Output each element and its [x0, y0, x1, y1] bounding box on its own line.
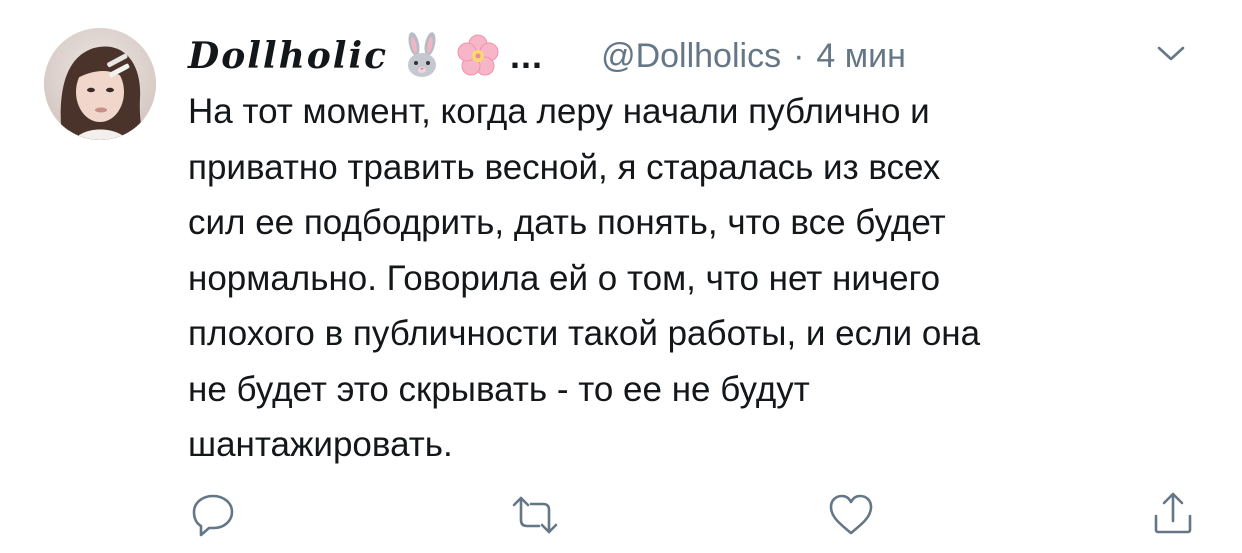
display-name[interactable]: Dollholic: [188, 35, 388, 77]
user-handle[interactable]: @Dollholics: [601, 37, 781, 76]
tweet-text-line: шантажировать.: [188, 425, 453, 464]
tweet-text-line: сил ее подбодрить, дать понять, что все …: [188, 203, 946, 242]
tweet-text-line: приватно травить весной, я старалась из …: [188, 147, 941, 187]
tweet-text-line: На тот момент, когда леру начали публичн…: [188, 92, 930, 131]
reply-icon[interactable]: [188, 490, 238, 540]
tweet-text-line: нормально. Говорила ей о том, что нет ни…: [188, 258, 941, 298]
tweet-text: На тот момент, когда леру начали публичн…: [188, 84, 1198, 473]
timestamp[interactable]: 4 мин: [816, 37, 906, 76]
tweet-header: Dollholic ... @Dollholics · 4 мин: [188, 26, 1208, 86]
separator-dot: ·: [793, 36, 805, 75]
chevron-down-icon[interactable]: [1154, 40, 1188, 66]
avatar[interactable]: [44, 28, 156, 140]
share-icon[interactable]: [1148, 488, 1198, 538]
name-truncation: ...: [510, 35, 544, 76]
tweet-text-line: плохого в публичности такой работы, и ес…: [188, 314, 981, 353]
retweet-icon[interactable]: [510, 490, 560, 540]
tweet[interactable]: Dollholic ... @Dollholics · 4 мин На тот…: [0, 0, 1242, 553]
cherry-blossom-icon: [456, 31, 500, 81]
like-icon[interactable]: [826, 490, 876, 540]
tweet-text-line: не будет это скрывать - то ее не будут: [188, 369, 810, 409]
rabbit-face-icon: [400, 31, 444, 81]
